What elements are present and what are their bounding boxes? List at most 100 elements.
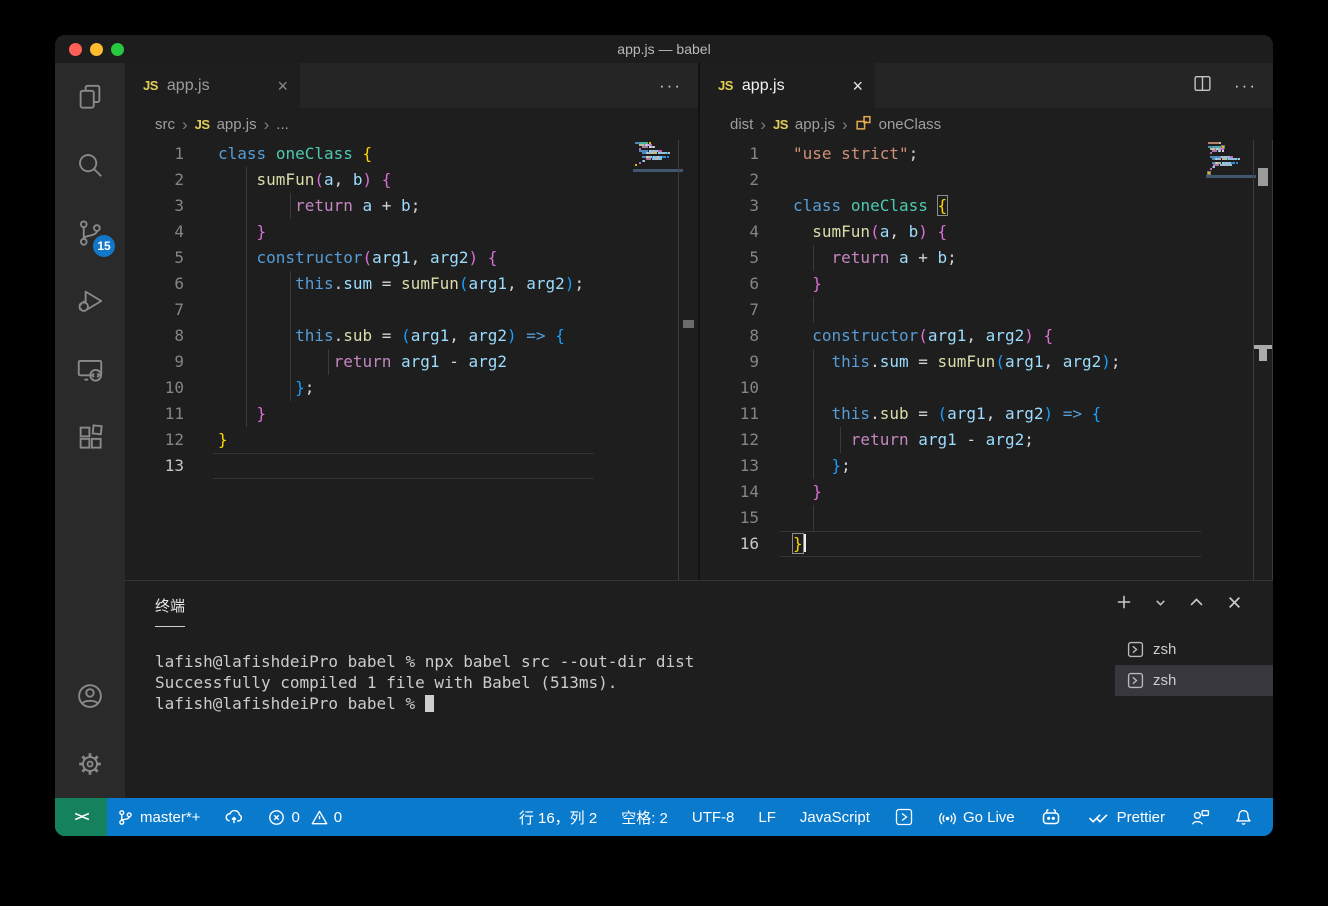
breadcrumb-file[interactable]: app.js [217,116,257,133]
tab-bar-right: JS app.js × ··· [700,63,1273,108]
source-control-icon[interactable]: 15 [55,199,125,267]
class-symbol-icon [855,114,872,135]
terminal-session-list: zshzsh [1115,634,1273,696]
close-tab-icon[interactable]: × [852,77,863,95]
zoom-window-button[interactable] [111,43,124,56]
close-tab-icon[interactable]: × [277,77,288,95]
tab-bar-left: JS app.js × ··· [125,63,698,108]
terminal-icon [1127,641,1144,658]
code-line: 12 return arg1 - arg2; [700,427,1273,453]
errors-icon [268,809,285,826]
code-line: 14 } [700,479,1273,505]
breadcrumb-symbol[interactable]: oneClass [879,116,942,133]
eol-item[interactable]: LF [758,809,776,826]
window-title: app.js — babel [617,41,710,57]
indentation-item[interactable]: 空格: 2 [621,807,668,828]
extensions-icon[interactable] [55,403,125,471]
code-line: 10 }; [125,375,698,401]
terminal-panel: 终端 lafish@lafishdeiPro babel % npx babel… [125,580,1273,798]
remote-indicator[interactable]: >< [55,798,107,836]
explorer-icon[interactable] [55,63,125,131]
problems-item[interactable]: 0 0 [268,809,342,826]
run-debug-icon[interactable] [55,267,125,335]
language-mode-item[interactable]: JavaScript [800,809,870,826]
robot-icon[interactable] [1039,805,1063,829]
code-line: 11 } [125,401,698,427]
git-branch-item[interactable]: master*+ [117,809,200,826]
breadcrumb-folder[interactable]: dist [730,116,753,133]
code-line: 1class oneClass { [125,141,698,167]
git-branch-icon [117,809,134,826]
code-runner-icon[interactable] [894,807,914,827]
code-line: 5 return a + b; [700,245,1273,271]
new-terminal-icon[interactable] [1115,593,1133,616]
tab-appjs-dist[interactable]: JS app.js × [700,63,875,108]
code-line: 15 [700,505,1273,531]
code-line: 12} [125,427,698,453]
more-actions-icon[interactable]: ··· [1234,76,1257,96]
breadcrumb: src › JS app.js › ... [125,108,698,140]
close-window-button[interactable] [69,43,82,56]
js-file-icon: JS [195,117,210,132]
publish-changes-item[interactable] [224,807,244,827]
activity-bar: 15 [55,63,125,798]
minimap[interactable] [1208,142,1252,174]
editor-group-dist: JS app.js × ··· dist › JS app.js [700,63,1273,580]
code-line: 6 } [700,271,1273,297]
code-line: 13 [125,453,698,479]
code-line: 6 this.sum = sumFun(arg1, arg2); [125,271,698,297]
breadcrumb-file[interactable]: app.js [795,116,835,133]
prettier-item[interactable]: Prettier [1087,809,1165,826]
terminal-session-item[interactable]: zsh [1115,665,1273,696]
tab-label: app.js [167,77,210,95]
account-icon[interactable] [55,662,125,730]
minimap[interactable] [635,142,679,168]
chevron-right-icon: › [182,116,188,133]
feedback-icon[interactable] [1189,807,1210,828]
close-panel-icon[interactable] [1226,594,1243,616]
chevron-right-icon: › [760,116,766,133]
code-line: 1"use strict"; [700,141,1273,167]
breadcrumb-folder[interactable]: src [155,116,175,133]
js-file-icon: JS [143,78,158,93]
code-line: 13 }; [700,453,1273,479]
terminal-output[interactable]: lafish@lafishdeiPro babel % npx babel sr… [155,651,694,714]
code-line: 10 [700,375,1273,401]
terminal-profile-dropdown-icon[interactable] [1154,596,1167,614]
remote-explorer-icon[interactable] [55,335,125,403]
code-line: 2 sumFun(a, b) { [125,167,698,193]
settings-gear-icon[interactable] [55,730,125,798]
editor-area: JS app.js × ··· src › JS app.js › [125,63,1273,580]
chevron-right-icon: › [842,116,848,133]
js-file-icon: JS [718,78,733,93]
more-actions-icon[interactable]: ··· [659,76,682,96]
js-file-icon: JS [773,117,788,132]
minimize-window-button[interactable] [90,43,103,56]
breadcrumb-symbol[interactable]: ... [276,116,289,133]
tab-label: app.js [742,77,785,95]
encoding-item[interactable]: UTF-8 [692,809,735,826]
terminal-session-item[interactable]: zsh [1115,634,1273,665]
go-live-item[interactable]: Go Live [938,808,1015,827]
title-bar: app.js — babel [55,35,1273,63]
tab-terminal[interactable]: 终端 [155,595,185,627]
scrollbar[interactable] [678,140,698,580]
code-line: 8 this.sub = (arg1, arg2) => { [125,323,698,349]
code-line: 3class oneClass { [700,193,1273,219]
code-line: 4 sumFun(a, b) { [700,219,1273,245]
code-editor-dist[interactable]: 1"use strict";23class oneClass {4 sumFun… [700,140,1273,580]
code-line: 9 this.sum = sumFun(arg1, arg2); [700,349,1273,375]
search-icon[interactable] [55,131,125,199]
tab-appjs-src[interactable]: JS app.js × [125,63,300,108]
scm-badge: 15 [93,235,115,257]
code-editor-src[interactable]: 1class oneClass {2 sumFun(a, b) {3 retur… [125,140,698,580]
scrollbar[interactable] [1253,140,1273,580]
split-editor-icon[interactable] [1193,74,1212,98]
chevron-right-icon: › [264,116,270,133]
maximize-panel-icon[interactable] [1188,594,1205,616]
vscode-window: app.js — babel 15 [55,35,1273,836]
notifications-bell-icon[interactable] [1234,808,1253,827]
cursor-position-item[interactable]: 行 16，列 2 [519,807,597,828]
terminal-icon [1127,672,1144,689]
status-bar: >< master*+ 0 0 行 16，列 2 空格: 2 UTF-8 LF … [55,798,1273,836]
